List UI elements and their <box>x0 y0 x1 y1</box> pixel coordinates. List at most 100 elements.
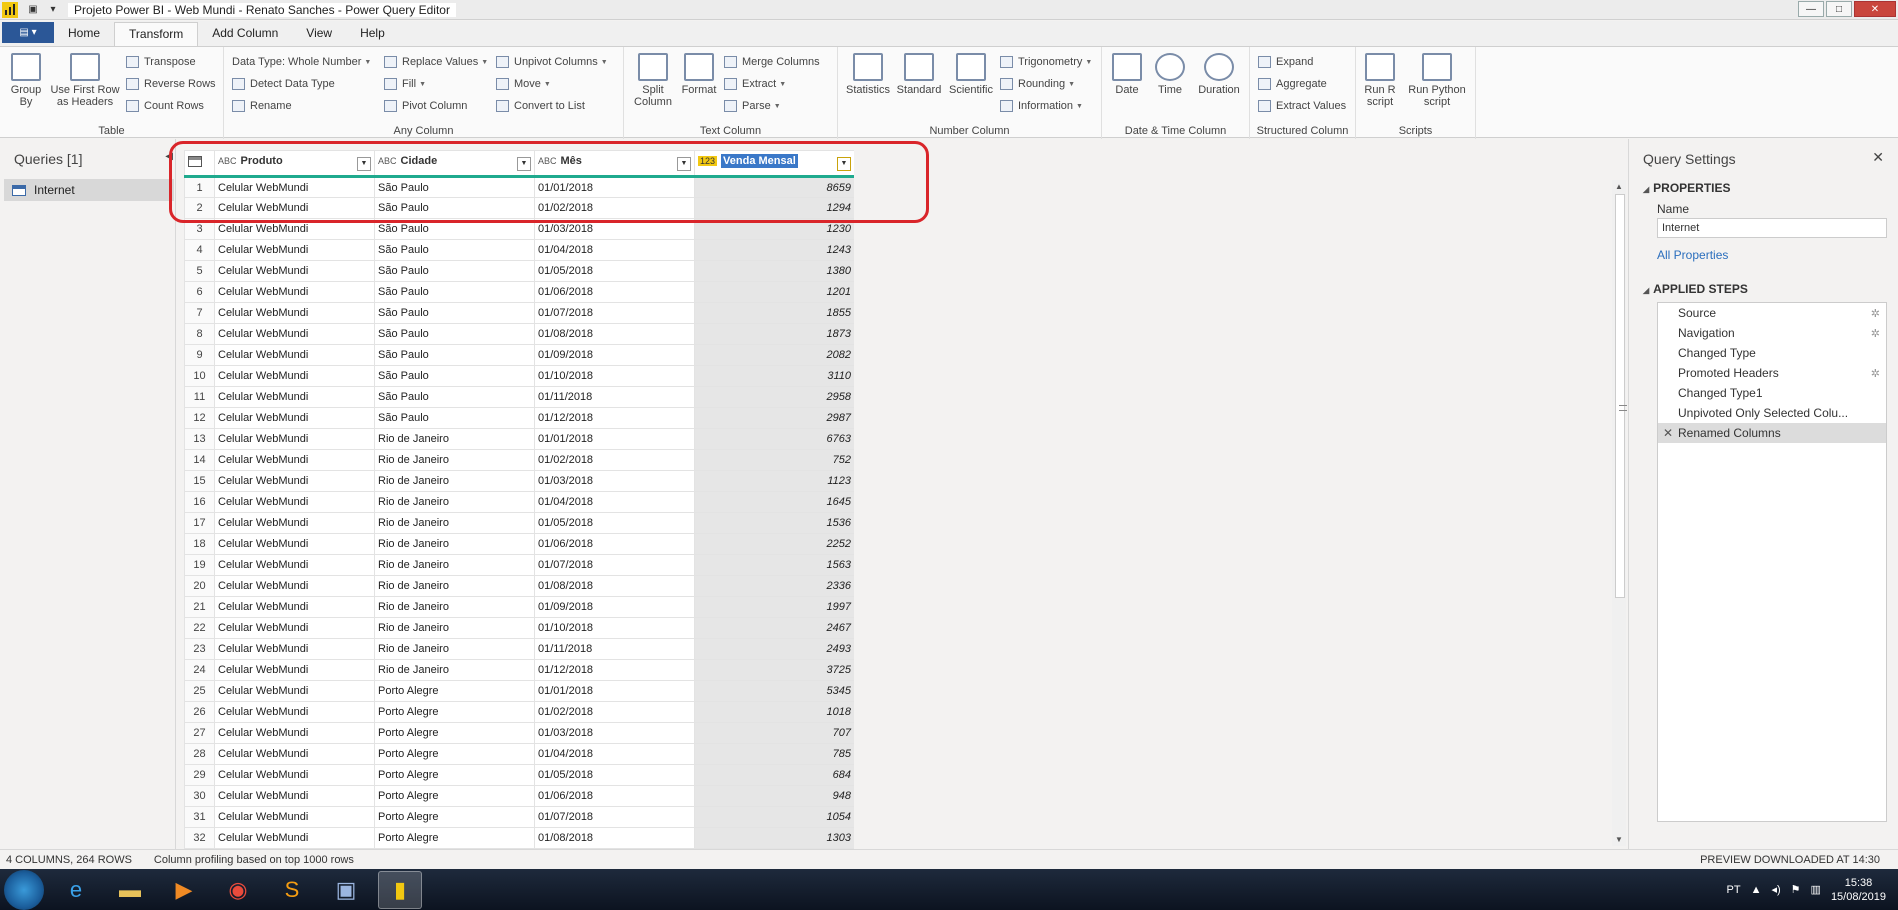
table-row[interactable]: 5 Celular WebMundi São Paulo 01/05/2018 1380 <box>184 260 854 282</box>
tab-transform[interactable]: Transform <box>114 22 199 46</box>
row-index[interactable]: 2 <box>184 197 215 219</box>
cell-produto[interactable]: Celular WebMundi <box>214 659 375 681</box>
cell-produto[interactable]: Celular WebMundi <box>214 428 375 450</box>
cell-cidade[interactable]: Rio de Janeiro <box>374 596 535 618</box>
cell-mes[interactable]: 01/10/2018 <box>534 365 695 387</box>
text-type-icon[interactable]: ABC <box>378 156 397 166</box>
row-index[interactable]: 3 <box>184 218 215 240</box>
convert-to-list-button[interactable]: Convert to List <box>496 97 585 115</box>
format-button[interactable]: Format <box>678 53 720 96</box>
tab-view[interactable]: View <box>292 22 346 46</box>
close-icon[interactable]: ✕ <box>1872 149 1884 166</box>
cell-venda-mensal[interactable]: 2082 <box>694 344 854 366</box>
aggregate-button[interactable]: Aggregate <box>1258 75 1327 93</box>
count-rows-button[interactable]: Count Rows <box>126 97 204 115</box>
whole-number-type-icon[interactable]: 123 <box>698 156 718 166</box>
table-row[interactable]: 24 Celular WebMundi Rio de Janeiro 01/12/20… <box>184 659 854 681</box>
cell-mes[interactable]: 01/01/2018 <box>534 176 695 198</box>
cell-cidade[interactable]: Porto Alegre <box>374 680 535 702</box>
cell-cidade[interactable]: Rio de Janeiro <box>374 554 535 576</box>
row-index[interactable]: 9 <box>184 344 215 366</box>
cell-produto[interactable]: Celular WebMundi <box>214 281 375 303</box>
table-row[interactable]: 12 Celular WebMundi São Paulo 01/12/2018 298… <box>184 407 854 429</box>
row-index[interactable]: 26 <box>184 701 215 723</box>
row-index[interactable]: 5 <box>184 260 215 282</box>
row-index[interactable]: 15 <box>184 470 215 492</box>
information-button[interactable]: Information ▼ <box>1000 97 1083 115</box>
file-explorer-icon[interactable]: ▬ <box>108 871 152 909</box>
column-header-cidade[interactable]: ABC Cidade ▼ <box>374 150 535 178</box>
run-r-script-button[interactable]: Run R script <box>1360 53 1400 108</box>
run-python-script-button[interactable]: Run Python script <box>1402 53 1472 108</box>
applied-steps-title[interactable]: APPLIED STEPS <box>1643 282 1748 296</box>
collapse-pane-icon[interactable]: ◀ <box>165 151 173 162</box>
cell-venda-mensal[interactable]: 684 <box>694 764 854 786</box>
row-index[interactable]: 10 <box>184 365 215 387</box>
vertical-scrollbar[interactable]: ▲ ▼ <box>1612 180 1627 846</box>
cell-cidade[interactable]: São Paulo <box>374 323 535 345</box>
row-index[interactable]: 21 <box>184 596 215 618</box>
power-bi-taskbar-icon[interactable]: ▮ <box>378 870 422 909</box>
cell-cidade[interactable]: Rio de Janeiro <box>374 638 535 660</box>
rename-button[interactable]: Rename <box>232 97 292 115</box>
table-row[interactable]: 21 Celular WebMundi Rio de Janeiro 01/09/20… <box>184 596 854 618</box>
cell-mes[interactable]: 01/07/2018 <box>534 806 695 828</box>
cell-produto[interactable]: Celular WebMundi <box>214 449 375 471</box>
table-row[interactable]: 9 Celular WebMundi São Paulo 01/09/2018 2082 <box>184 344 854 366</box>
column-profiling-status[interactable]: Column profiling based on top 1000 rows <box>154 854 354 866</box>
step-renamed-columns[interactable]: ✕ Renamed Columns <box>1658 423 1886 443</box>
cell-produto[interactable]: Celular WebMundi <box>214 785 375 807</box>
row-index[interactable]: 29 <box>184 764 215 786</box>
tab-add-column[interactable]: Add Column <box>198 22 292 46</box>
tab-help[interactable]: Help <box>346 22 399 46</box>
row-index[interactable]: 4 <box>184 239 215 261</box>
table-row[interactable]: 31 Celular WebMundi Porto Alegre 01/07/2018… <box>184 806 854 828</box>
row-index[interactable]: 31 <box>184 806 215 828</box>
cell-produto[interactable]: Celular WebMundi <box>214 386 375 408</box>
cell-mes[interactable]: 01/06/2018 <box>534 533 695 555</box>
cell-cidade[interactable]: Porto Alegre <box>374 722 535 744</box>
cell-mes[interactable]: 01/11/2018 <box>534 386 695 408</box>
cell-mes[interactable]: 01/04/2018 <box>534 239 695 261</box>
cell-produto[interactable]: Celular WebMundi <box>214 491 375 513</box>
cell-cidade[interactable]: Rio de Janeiro <box>374 449 535 471</box>
text-type-icon[interactable]: ABC <box>538 156 557 166</box>
minimize-button[interactable]: — <box>1798 1 1824 17</box>
split-column-button[interactable]: Split Column <box>630 53 676 108</box>
action-center-icon[interactable]: ⚑ <box>1791 883 1801 896</box>
cell-cidade[interactable]: Rio de Janeiro <box>374 512 535 534</box>
table-row[interactable]: 13 Celular WebMundi Rio de Janeiro 01/01/20… <box>184 428 854 450</box>
properties-title[interactable]: PROPERTIES <box>1643 181 1730 195</box>
cell-venda-mensal[interactable]: 2336 <box>694 575 854 597</box>
cell-cidade[interactable]: Rio de Janeiro <box>374 470 535 492</box>
table-row[interactable]: 3 Celular WebMundi São Paulo 01/03/2018 1230 <box>184 218 854 240</box>
delete-step-icon[interactable]: ✕ <box>1663 426 1673 440</box>
filter-dropdown-icon[interactable]: ▼ <box>837 157 851 171</box>
table-row[interactable]: 8 Celular WebMundi São Paulo 01/08/2018 1873 <box>184 323 854 345</box>
cell-venda-mensal[interactable]: 2958 <box>694 386 854 408</box>
expand-button[interactable]: Expand <box>1258 53 1313 71</box>
row-index[interactable]: 23 <box>184 638 215 660</box>
unpivot-columns-button[interactable]: Unpivot Columns ▼ <box>496 53 608 71</box>
row-index[interactable]: 12 <box>184 407 215 429</box>
network-icon[interactable]: ▥ <box>1811 883 1821 896</box>
customize-toolbar-icon[interactable]: ▾ <box>46 3 60 17</box>
cell-mes[interactable]: 01/01/2018 <box>534 428 695 450</box>
cell-cidade[interactable]: São Paulo <box>374 218 535 240</box>
row-index[interactable]: 27 <box>184 722 215 744</box>
cell-produto[interactable]: Celular WebMundi <box>214 260 375 282</box>
cell-venda-mensal[interactable]: 1201 <box>694 281 854 303</box>
table-row[interactable]: 16 Celular WebMundi Rio de Janeiro 01/04/20… <box>184 491 854 513</box>
cell-cidade[interactable]: Porto Alegre <box>374 785 535 807</box>
cell-mes[interactable]: 01/05/2018 <box>534 260 695 282</box>
column-header-mes[interactable]: ABC Mês ▼ <box>534 150 695 178</box>
cell-produto[interactable]: Celular WebMundi <box>214 512 375 534</box>
reverse-rows-button[interactable]: Reverse Rows <box>126 75 216 93</box>
detect-data-type-button[interactable]: Detect Data Type <box>232 75 335 93</box>
extract-button[interactable]: Extract ▼ <box>724 75 786 93</box>
step-changed-type[interactable]: Changed Type <box>1658 343 1886 363</box>
table-row[interactable]: 25 Celular WebMundi Porto Alegre 01/01/2018… <box>184 680 854 702</box>
cell-venda-mensal[interactable]: 1645 <box>694 491 854 513</box>
data-type-dropdown[interactable]: Data Type: Whole Number ▼ <box>232 53 371 71</box>
time-button[interactable]: Time <box>1150 53 1190 96</box>
